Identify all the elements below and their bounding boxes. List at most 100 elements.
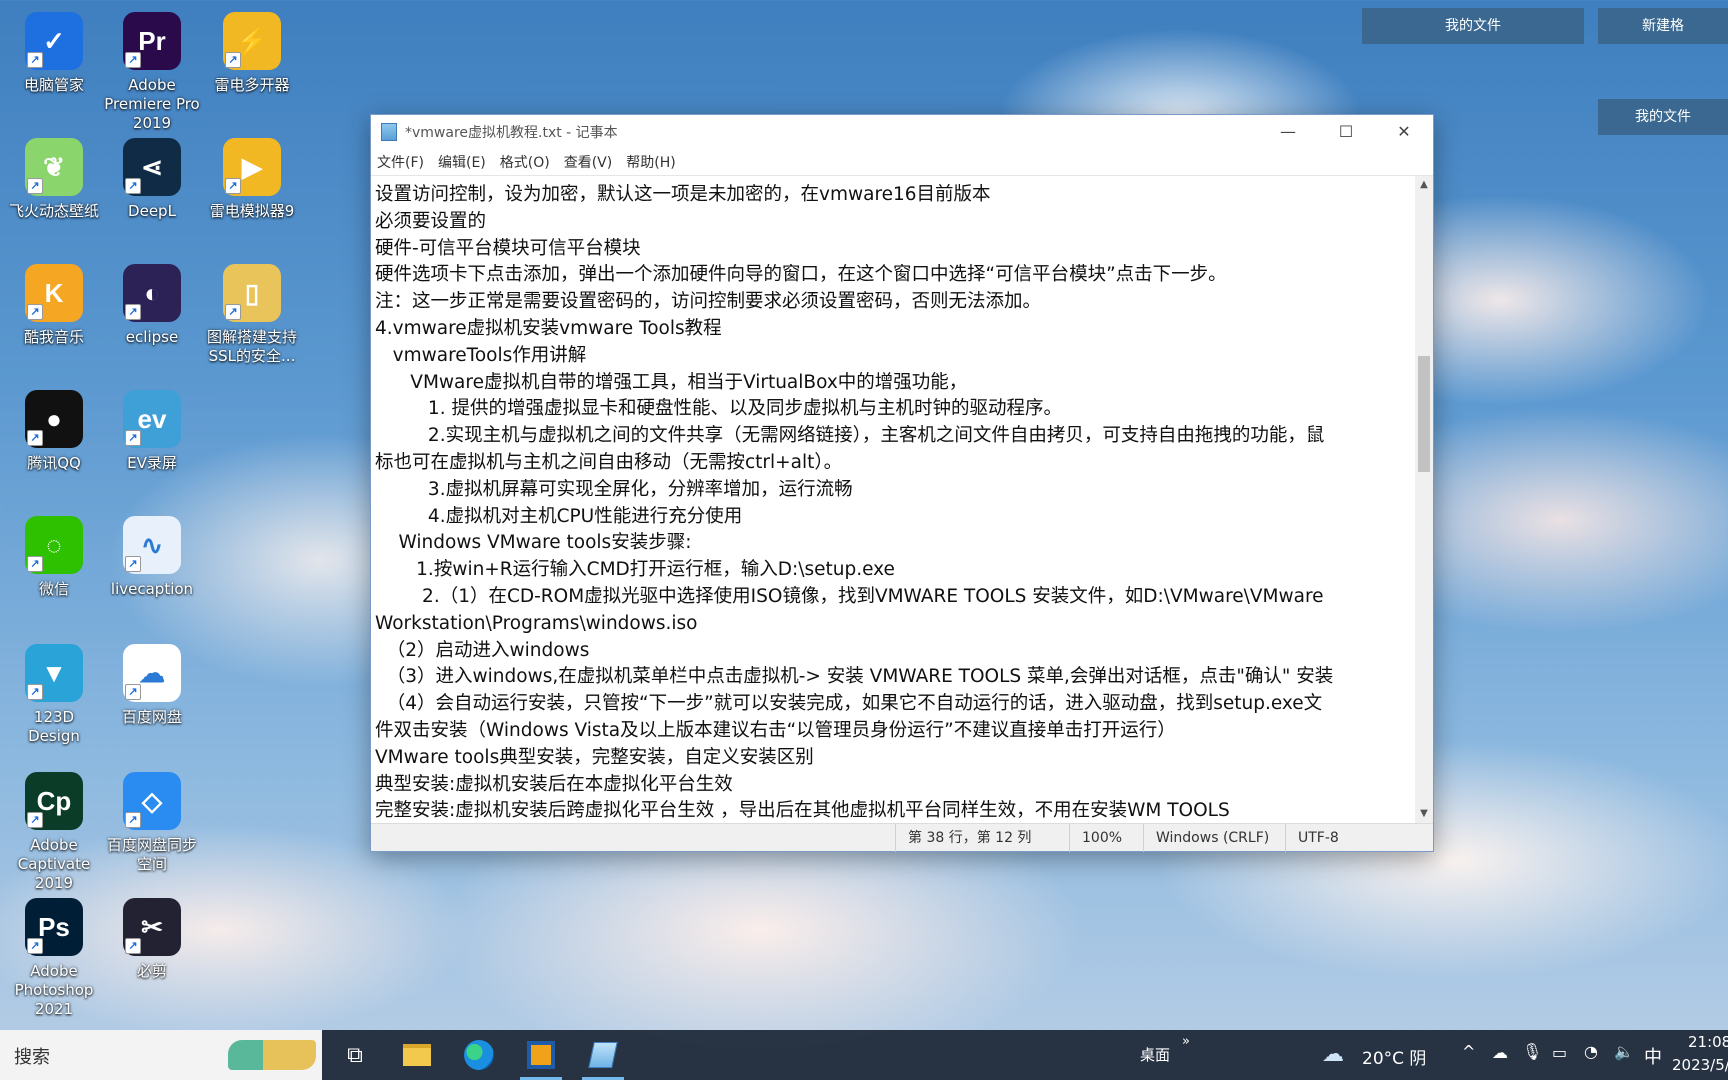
clock-date[interactable]: 2023/5/: [1672, 1056, 1728, 1074]
text-line[interactable]: 2.（1）在CD-ROM虚拟光驱中选择使用ISO镜像，找到VMWARE TOOL…: [375, 584, 1407, 611]
scroll-up-icon[interactable]: ▲: [1415, 176, 1433, 194]
text-line[interactable]: 件双击安装（Windows Vista及以上版本建议右击“以管理员身份运行”不建…: [375, 718, 1407, 745]
icon-glyph: K: [44, 277, 64, 308]
menu-edit[interactable]: 编辑(E): [438, 152, 486, 172]
desktop-icon-label: 雷电模拟器9: [209, 202, 295, 220]
weather-text[interactable]: 20°C 阴: [1362, 1044, 1426, 1069]
deepl-icon: ⋖ ↗: [123, 138, 181, 196]
desktop-icon-label: 微信: [38, 580, 69, 598]
wechat-icon: ◌ ↗: [25, 516, 83, 574]
icon-glyph: ✂: [141, 911, 163, 942]
desktop-icon[interactable]: K ↗ 酷我音乐: [6, 264, 102, 347]
text-line[interactable]: VMware tools典型安装，完整安装，自定义安装区别: [375, 745, 1407, 772]
text-line[interactable]: 必须要设置的: [375, 209, 1407, 236]
volume-icon[interactable]: 🔈: [1614, 1042, 1634, 1061]
desktop-icon[interactable]: ● ↗ 腾讯QQ: [6, 390, 102, 473]
menu-help[interactable]: 帮助(H): [626, 152, 675, 172]
text-line[interactable]: 完整安装:虚拟机安装后跨虚拟化平台生效 ，导出后在其他虚拟机平台同样生效，不用在…: [375, 798, 1407, 823]
menu-format[interactable]: 格式(O): [500, 152, 550, 172]
shortcut-arrow-icon: ↗: [27, 430, 43, 446]
text-line[interactable]: （2）启动进入windows: [375, 638, 1407, 665]
menu-view[interactable]: 查看(V): [564, 152, 613, 172]
icon-glyph: ▯: [244, 277, 260, 308]
desktop-icon[interactable]: Pr ↗ Adobe Premiere Pro 2019: [104, 12, 200, 133]
text-line[interactable]: 4.虚拟机对主机CPU性能进行充分使用: [375, 504, 1407, 531]
desktop-icon[interactable]: ▼ ↗ 123D Design: [6, 644, 102, 746]
task-view-icon: ⧉: [347, 1042, 363, 1068]
text-line[interactable]: 2.实现主机与虚拟机之间的文件共享（无需网络链接），主客机之间文件自由拷贝，可支…: [375, 423, 1407, 450]
desktop-icon[interactable]: ☁ ↗ 百度网盘: [104, 644, 200, 727]
text-line[interactable]: （3）进入windows,在虚拟机菜单栏中点击虚拟机-> 安装 VMWARE T…: [375, 664, 1407, 691]
desktop-icon[interactable]: Cp ↗ Adobe Captivate 2019: [6, 772, 102, 893]
desktop-toolbar-label[interactable]: 桌面: [1140, 1044, 1170, 1065]
text-line[interactable]: 1.按win+R运行输入CMD打开运行框，输入D:\setup.exe: [375, 557, 1407, 584]
title-bar[interactable]: *vmware虚拟机教程.txt - 记事本 — ☐ ✕: [371, 115, 1433, 149]
maximize-icon[interactable]: ☐: [1317, 115, 1375, 149]
window-title: *vmware虚拟机教程.txt - 记事本: [405, 125, 618, 141]
scroll-down-icon[interactable]: ▼: [1415, 805, 1433, 823]
battery-icon[interactable]: ▭: [1552, 1043, 1567, 1062]
text-line[interactable]: vmwareTools作用讲解: [375, 343, 1407, 370]
close-icon[interactable]: ✕: [1375, 115, 1433, 149]
search-box[interactable]: 搜索: [0, 1030, 322, 1080]
notepad-taskbar-button[interactable]: [574, 1030, 632, 1080]
toolbar-expand-icon[interactable]: »: [1182, 1034, 1190, 1049]
text-line[interactable]: Windows VMware tools安装步骤:: [375, 530, 1407, 557]
desktop-icon-label: 飞火动态壁纸: [8, 202, 99, 220]
desktop-icon[interactable]: ✂ ↗ 必剪: [104, 898, 200, 981]
notepad-window[interactable]: *vmware虚拟机教程.txt - 记事本 — ☐ ✕ 文件(F) 编辑(E)…: [370, 114, 1434, 852]
desktop-icon[interactable]: ⋖ ↗ DeepL: [104, 138, 200, 221]
text-line[interactable]: Workstation\Programs\windows.iso: [375, 611, 1407, 638]
file-explorer-button[interactable]: [388, 1030, 446, 1080]
icon-glyph: ◌: [46, 529, 62, 560]
notepad-taskbar-icon: [588, 1042, 618, 1068]
wifi-icon[interactable]: ◔: [1584, 1042, 1598, 1061]
edge-icon: [464, 1040, 494, 1070]
shortcut-arrow-icon: ↗: [27, 556, 43, 572]
microphone-icon[interactable]: 🎙: [1522, 1042, 1542, 1061]
clock-time[interactable]: 21:08: [1688, 1033, 1728, 1051]
text-line[interactable]: 标也可在虚拟机与主机之间自由移动（无需按ctrl+alt）。: [375, 450, 1407, 477]
desktop-icon[interactable]: ✓ ↗ 电脑管家: [6, 12, 102, 95]
desktop-icon-label: 百度网盘: [121, 708, 182, 726]
123d-icon: ▼ ↗: [25, 644, 83, 702]
show-hidden-icons-icon[interactable]: ^: [1462, 1042, 1475, 1061]
text-editor[interactable]: 设置访问控制，设为加密，默认这一项是未加密的，在vmware16目前版本 必须要设…: [371, 175, 1433, 823]
minimize-icon[interactable]: —: [1259, 115, 1317, 149]
icon-glyph: ▼: [41, 657, 67, 688]
desktop-icon[interactable]: ev ↗ EV录屏: [104, 390, 200, 473]
my-files-bar-2[interactable]: 我的文件: [1598, 99, 1728, 135]
desktop-icon[interactable]: ◇ ↗ 百度网盘同步空间: [104, 772, 200, 874]
desktop-icon[interactable]: ▶ ↗ 雷电模拟器9: [204, 138, 300, 221]
menu-file[interactable]: 文件(F): [377, 152, 424, 172]
text-line[interactable]: （4）会自动运行安装，只管按“下一步”就可以安装完成，如果它不自动运行的话，进入…: [375, 691, 1407, 718]
shortcut-arrow-icon: ↗: [125, 812, 141, 828]
my-files-bar[interactable]: 我的文件: [1362, 8, 1584, 44]
text-line[interactable]: 1. 提供的增强虚拟显卡和硬盘性能、以及同步虚拟机与主机时钟的驱动程序。: [375, 396, 1407, 423]
text-line[interactable]: 3.虚拟机屏幕可实现全屏化，分辨率增加，运行流畅: [375, 477, 1407, 504]
desktop-icon[interactable]: Ps ↗ Adobe Photoshop 2021: [6, 898, 102, 1019]
text-line[interactable]: 设置访问控制，设为加密，默认这一项是未加密的，在vmware16目前版本: [375, 182, 1407, 209]
scroll-thumb[interactable]: [1418, 356, 1430, 472]
desktop-icon[interactable]: ❦ ↗ 飞火动态壁纸: [6, 138, 102, 221]
desktop-icon[interactable]: ◌ ↗ 微信: [6, 516, 102, 599]
desktop-icon[interactable]: ◐ ↗ eclipse: [104, 264, 200, 347]
text-line[interactable]: 典型安装:虚拟机安装后在本虚拟化平台生效: [375, 772, 1407, 799]
vmware-button[interactable]: [512, 1030, 570, 1080]
vertical-scrollbar[interactable]: ▲ ▼: [1415, 176, 1433, 823]
text-line[interactable]: 硬件-可信平台模块可信平台模块: [375, 236, 1407, 263]
desktop-icon[interactable]: ▯ ↗ 图解搭建支持SSL的安全...: [204, 264, 300, 366]
editor-text[interactable]: 设置访问控制，设为加密，默认这一项是未加密的，在vmware16目前版本 必须要设…: [375, 182, 1407, 823]
new-tab-bar[interactable]: 新建格: [1598, 8, 1728, 44]
text-line[interactable]: 4.vmware虚拟机安装vmware Tools教程: [375, 316, 1407, 343]
desktop-icon[interactable]: ∿ ↗ livecaption: [104, 516, 200, 599]
desktop-icon[interactable]: ⚡ ↗ 雷电多开器: [204, 12, 300, 95]
text-line[interactable]: VMware虚拟机自带的增强工具，相当于VirtualBox中的增强功能，: [375, 370, 1407, 397]
onedrive-icon[interactable]: ☁: [1492, 1043, 1508, 1062]
task-view-button[interactable]: ⧉: [326, 1030, 384, 1080]
desktop-icon-label: 必剪: [136, 962, 167, 980]
text-line[interactable]: 硬件选项卡下点击添加，弹出一个添加硬件向导的窗口，在这个窗口中选择“可信平台模块…: [375, 262, 1407, 289]
ime-indicator[interactable]: 中: [1644, 1043, 1662, 1069]
text-line[interactable]: 注：这一步正常是需要设置密码的，访问控制要求必须设置密码，否则无法添加。: [375, 289, 1407, 316]
edge-button[interactable]: [450, 1030, 508, 1080]
